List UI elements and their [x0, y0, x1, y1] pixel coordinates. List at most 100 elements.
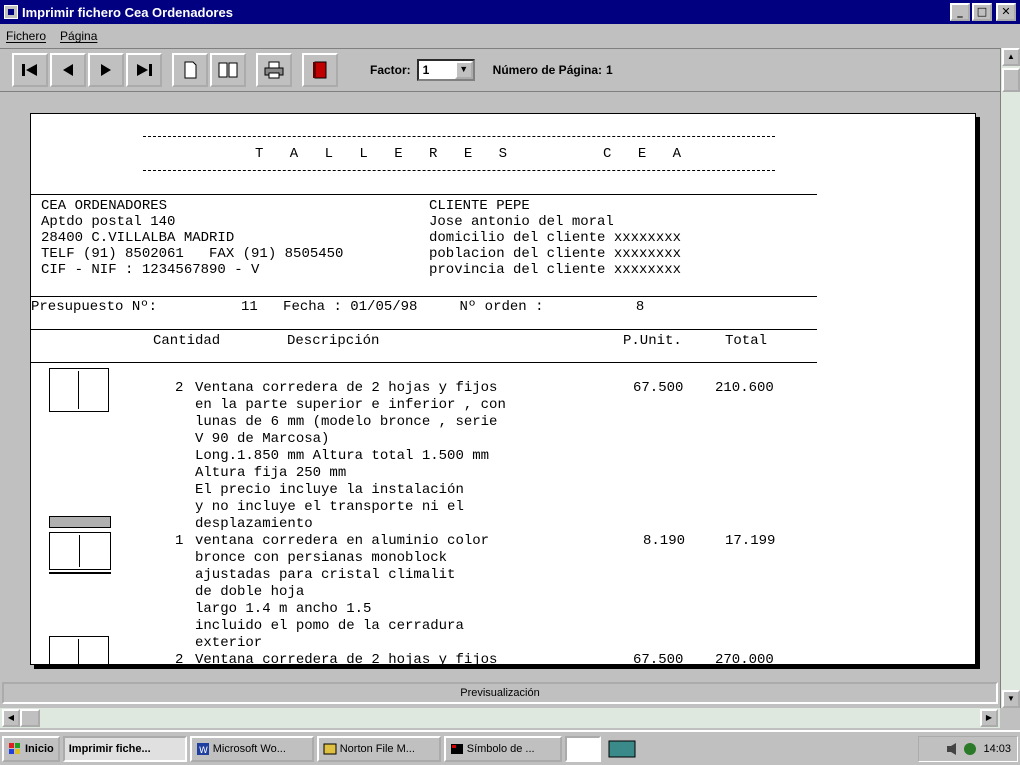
scroll-right-icon[interactable]: ▶: [980, 709, 998, 727]
scroll-left-icon[interactable]: ◀: [2, 709, 20, 727]
page-number-value: 1: [606, 63, 613, 77]
client-address: domicilio del cliente xxxxxxxx: [429, 230, 682, 246]
start-button[interactable]: Inicio: [2, 735, 60, 762]
previous-page-icon: [63, 64, 73, 76]
scroll-up-icon[interactable]: ▲: [1002, 48, 1020, 66]
window-controls: _ □ ✕: [950, 3, 1016, 21]
item-description-line: Ventana corredera de 2 hojas y fijos: [195, 380, 498, 396]
task-norton[interactable]: Norton File M...: [316, 735, 441, 762]
maximize-button[interactable]: □: [972, 3, 992, 21]
preview-area: T A L L E R E S C E A CEA ORDENADORES Ap…: [0, 93, 1000, 681]
item-description-line: ventana corredera en aluminio color: [195, 533, 490, 549]
client-name: CLIENTE PEPE: [429, 198, 530, 214]
network-icon[interactable]: [607, 738, 637, 760]
item-description-line: incluido el pomo de la cerradura: [195, 618, 464, 634]
column-header-punit: P.Unit.: [623, 333, 682, 349]
item-description-line: El precio incluye la instalación: [195, 482, 464, 498]
page-number-label: Número de Página:: [492, 63, 603, 77]
item-description-line: y no incluye el transporte ni el: [195, 499, 464, 515]
start-label: Inicio: [25, 742, 54, 755]
word-icon: W: [196, 742, 209, 756]
vertical-scroll-thumb[interactable]: [1002, 68, 1020, 92]
single-page-button[interactable]: [172, 53, 208, 87]
item-description-line: ajustadas para cristal climalit: [195, 567, 456, 583]
divider: [143, 170, 775, 171]
volume-icon[interactable]: [945, 742, 959, 756]
task-word[interactable]: W Microsoft Wo...: [189, 735, 314, 762]
previous-page-button[interactable]: [50, 53, 86, 87]
two-pages-icon: [218, 62, 238, 78]
divider: [143, 136, 775, 137]
print-button[interactable]: [256, 53, 292, 87]
item-description-line: largo 1.4 m ancho 1.5: [195, 601, 372, 617]
item-quantity: 1: [175, 533, 184, 549]
item-description-line: en la parte superior e inferior , con: [195, 397, 506, 413]
printer-icon: [264, 61, 284, 79]
item-total: 17.199: [725, 533, 776, 549]
task-simbolo[interactable]: Símbolo de ...: [443, 735, 562, 762]
vertical-scrollbar[interactable]: ▲ ▼: [1000, 48, 1020, 708]
company-phone: TELF (91) 8502061 FAX (91) 8505450: [41, 246, 344, 262]
divider: [31, 329, 817, 330]
norton-icon: [323, 743, 337, 754]
app-icon[interactable]: [4, 5, 18, 19]
window-title: Imprimir fichero Cea Ordenadores: [22, 4, 233, 20]
shutter-box-image: [49, 516, 111, 528]
chevron-down-icon[interactable]: ▼: [454, 61, 473, 79]
task-label: Imprimir fiche...: [68, 742, 151, 755]
first-page-button[interactable]: [12, 53, 48, 87]
two-pages-button[interactable]: [210, 53, 246, 87]
horizontal-scrollbar[interactable]: ◀ ▶: [0, 708, 1000, 728]
item-total: 210.600: [715, 380, 774, 396]
antivirus-icon[interactable]: [963, 742, 977, 756]
status-text: Previsualización: [460, 687, 540, 699]
column-header-cantidad: Cantidad: [153, 333, 221, 349]
factor-select[interactable]: 1 ▼: [416, 59, 475, 81]
taskbar: Inicio Imprimir fiche... W Microsoft Wo.…: [0, 730, 1020, 765]
last-page-button[interactable]: [126, 53, 162, 87]
task-label: Norton File M...: [339, 742, 415, 755]
preview-page: T A L L E R E S C E A CEA ORDENADORES Ap…: [30, 113, 976, 665]
item-description-line: Long.1.850 mm Altura total 1.500 mm: [195, 448, 490, 464]
item-description-line: V 90 de Marcosa): [195, 431, 330, 447]
item-quantity: 2: [175, 380, 184, 396]
horizontal-scroll-thumb[interactable]: [20, 709, 40, 727]
item-unit-price: 8.190: [643, 533, 686, 549]
item-unit-price: 67.500: [633, 652, 684, 665]
task-label: Símbolo de ...: [466, 742, 535, 755]
item-description-line: Ventana corredera de 2 hojas y fijos: [195, 652, 498, 665]
item-description-line: de doble hoja: [195, 584, 305, 600]
system-tray: 14:03: [918, 736, 1018, 762]
client-city: poblacion del cliente xxxxxxxx: [429, 246, 682, 262]
company-address: Aptdo postal 140: [41, 214, 176, 230]
window-sill-image: [49, 572, 111, 574]
column-header-descripcion: Descripción: [287, 333, 380, 349]
minimize-button[interactable]: _: [950, 3, 970, 21]
menu-fichero[interactable]: Fichero: [6, 29, 46, 43]
company-city: 28400 C.VILLALBA MADRID: [41, 230, 235, 246]
item-total: 270.000: [715, 652, 774, 665]
item-description-line: lunas de 6 mm (modelo bronce , serie: [195, 414, 498, 430]
column-header-total: Total: [725, 333, 768, 349]
menu-pagina[interactable]: Página: [60, 29, 97, 43]
next-page-button[interactable]: [88, 53, 124, 87]
status-bar: Previsualización: [2, 682, 998, 704]
toolbar: Factor: 1 ▼ Número de Página: 1: [0, 48, 1000, 92]
menu-bar: Fichero Página: [0, 25, 1020, 47]
task-imprimir[interactable]: Imprimir fiche...: [62, 735, 187, 762]
single-page-icon: [184, 61, 197, 79]
task-label: Microsoft Wo...: [212, 742, 286, 755]
document-title: T A L L E R E S C E A: [255, 146, 691, 162]
item-description-line: exterior: [195, 635, 263, 651]
divider: [31, 194, 817, 195]
close-button[interactable]: ✕: [996, 3, 1016, 21]
client-contact: Jose antonio del moral: [429, 214, 614, 230]
quote-meta-line: Presupuesto Nº: 11 Fecha : 01/05/98 Nº o…: [31, 299, 645, 315]
quick-launch-box[interactable]: [564, 735, 601, 762]
divider: [31, 296, 817, 297]
scroll-down-icon[interactable]: ▼: [1002, 690, 1020, 708]
svg-text:W: W: [199, 746, 208, 756]
title-bar[interactable]: Imprimir fichero Cea Ordenadores _ □ ✕: [0, 0, 1020, 24]
exit-button[interactable]: [302, 53, 338, 87]
last-page-icon: [137, 64, 152, 76]
